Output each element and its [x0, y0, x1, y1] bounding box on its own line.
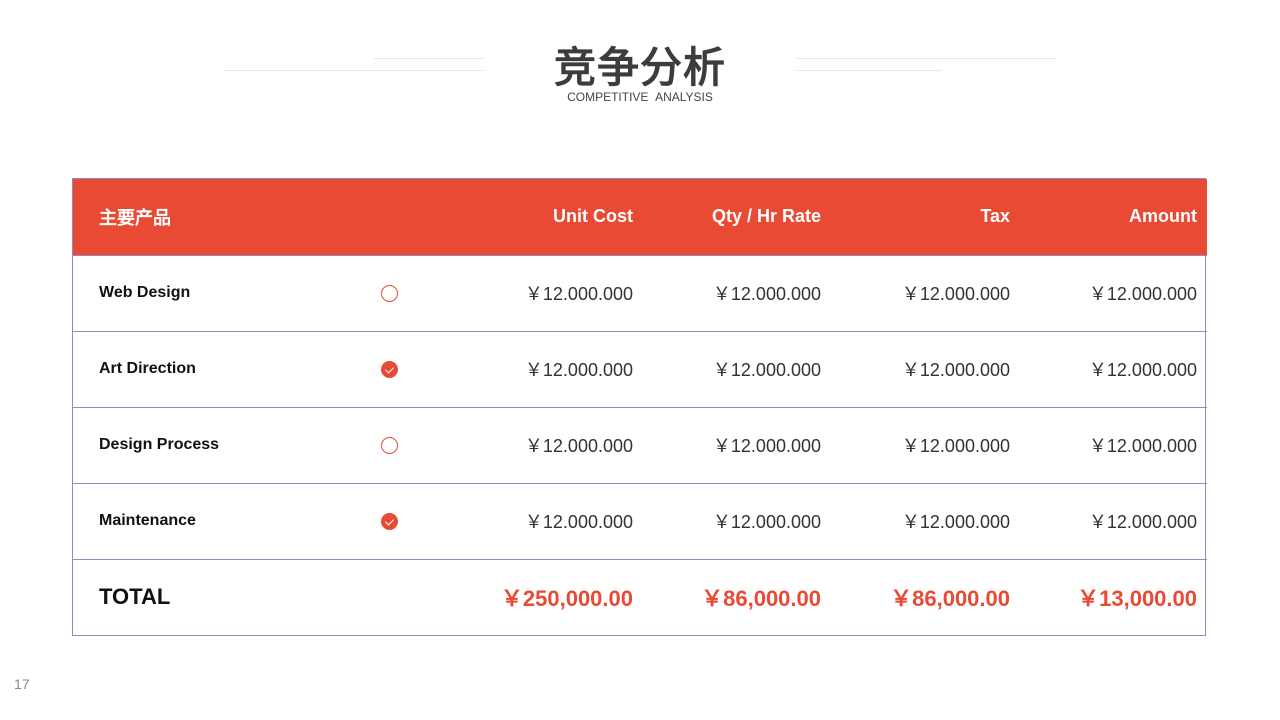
page-title: 竞争分析: [553, 43, 726, 92]
column-header-tax: Tax: [980, 206, 1010, 227]
row-qty-rate: ￥12.000.000: [712, 436, 821, 456]
row-product-name: Maintenance: [99, 512, 196, 529]
row-unit-cost: ￥12.000.000: [524, 436, 633, 456]
row-tax: ￥12.000.000: [901, 284, 1010, 304]
pricing-table: 主要产品 Unit Cost Qty / Hr Rate Tax Amount …: [73, 179, 1207, 635]
table-header-row: 主要产品 Unit Cost Qty / Hr Rate Tax Amount: [73, 179, 1207, 255]
row-qty-rate: ￥12.000.000: [712, 284, 821, 304]
check-circle-icon[interactable]: [381, 513, 398, 531]
row-status-cell: [333, 483, 443, 559]
row-product-name: Design Process: [99, 436, 220, 453]
pricing-table-container: 主要产品 Unit Cost Qty / Hr Rate Tax Amount …: [72, 178, 1207, 636]
row-status-cell: [333, 331, 443, 407]
row-tax: ￥12.000.000: [901, 512, 1010, 532]
row-tax: ￥12.000.000: [901, 436, 1010, 456]
table-total-row: TOTAL ￥250,000.00 ￥86,000.00 ￥86,000.00 …: [73, 559, 1207, 635]
column-header-amount: Amount: [1129, 206, 1197, 227]
row-status-cell: [333, 255, 443, 331]
row-status-cell: [333, 407, 443, 483]
check-circle-icon[interactable]: [381, 361, 398, 379]
row-tax: ￥12.000.000: [901, 360, 1010, 380]
row-amount: ￥12.000.000: [1088, 284, 1197, 304]
table-row: Maintenance ￥12.000.000 ￥12.000.000 ￥12.…: [73, 483, 1207, 559]
total-unit-cost: ￥250,000.00: [500, 586, 633, 612]
page-subtitle: COMPETITIVE ANALYSIS: [567, 90, 713, 104]
total-amount: ￥13,000.00: [1077, 586, 1197, 612]
row-amount: ￥12.000.000: [1088, 436, 1197, 456]
total-label: TOTAL: [99, 584, 171, 610]
row-amount: ￥12.000.000: [1088, 360, 1197, 380]
circle-outline-icon[interactable]: [381, 285, 398, 303]
row-product-name: Art Direction: [99, 360, 196, 377]
column-header-qty-rate: Qty / Hr Rate: [711, 206, 821, 227]
row-unit-cost: ￥12.000.000: [524, 360, 633, 380]
total-qty-rate: ￥86,000.00: [701, 586, 821, 612]
row-qty-rate: ￥12.000.000: [712, 360, 821, 380]
column-header-unit-cost: Unit Cost: [553, 206, 633, 227]
table-row: Art Direction ￥12.000.000 ￥12.000.000 ￥1…: [73, 331, 1207, 407]
slide: 竞争分析 COMPETITIVE ANALYSIS 主要产品 Unit Cost…: [0, 0, 1280, 720]
table-row: Design Process ￥12.000.000 ￥12.000.000 ￥…: [73, 407, 1207, 483]
row-unit-cost: ￥12.000.000: [524, 284, 633, 304]
page-number: 17: [14, 676, 30, 692]
row-qty-rate: ￥12.000.000: [712, 512, 821, 532]
row-amount: ￥12.000.000: [1088, 512, 1197, 532]
total-tax: ￥86,000.00: [890, 586, 1010, 612]
column-header-product: 主要产品: [99, 207, 171, 229]
row-product-name: Web Design: [99, 284, 191, 301]
table-row: Web Design ￥12.000.000 ￥12.000.000 ￥12.0…: [73, 255, 1207, 331]
circle-outline-icon[interactable]: [381, 437, 398, 455]
row-unit-cost: ￥12.000.000: [524, 512, 633, 532]
total-status-cell: [333, 559, 443, 635]
column-header-status: [333, 179, 443, 255]
